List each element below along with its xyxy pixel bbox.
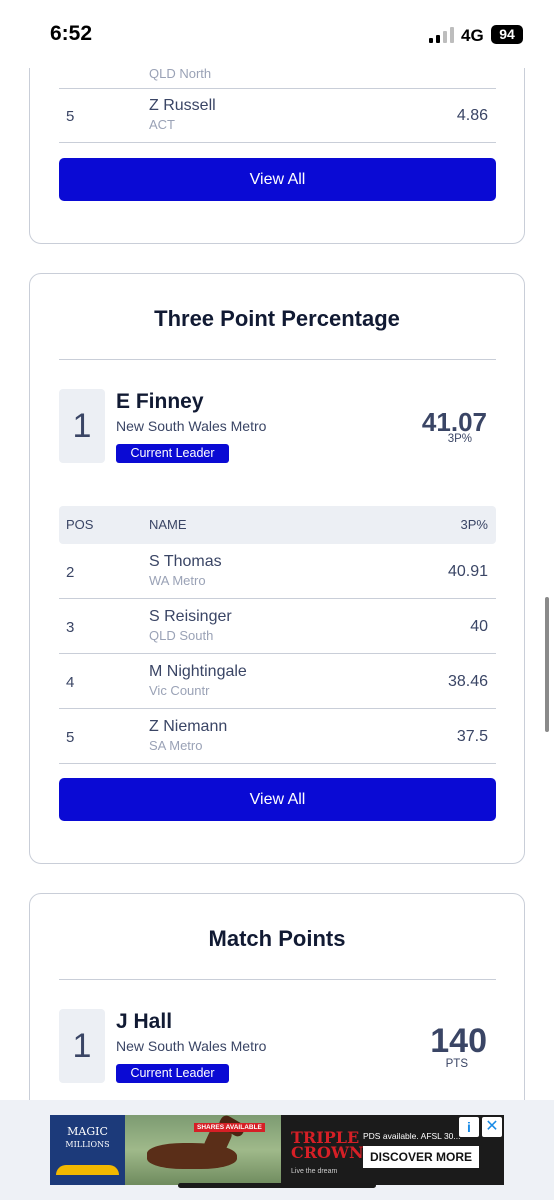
leader-stat-unit: PTS: [445, 1058, 468, 1070]
stat-value: 37.5: [456, 728, 488, 745]
divider: [59, 359, 496, 360]
home-indicator[interactable]: [178, 1183, 376, 1188]
stat-value: 40.91: [447, 563, 488, 580]
ad-brand-line2: MILLIONS: [65, 1140, 110, 1149]
stat-value: 4.86: [456, 107, 488, 124]
magic-millions-logo: MAGIC MILLIONS: [50, 1115, 125, 1185]
player-team: SA Metro: [149, 738, 203, 753]
column-header-pos: POS: [66, 517, 94, 532]
status-time: 6:52: [50, 22, 93, 45]
table-row[interactable]: 2 S Thomas WA Metro 40.91: [59, 544, 496, 599]
battery-icon: 94: [491, 25, 523, 44]
stat-value: 40: [470, 618, 488, 635]
leader-team: New South Wales Metro: [116, 1038, 267, 1054]
network-type: 4G: [461, 26, 484, 45]
row-position: 2: [66, 564, 75, 581]
player-team: WA Metro: [149, 573, 206, 588]
player-team: ACT: [149, 117, 175, 132]
row-position: 4: [66, 674, 75, 691]
leader-name[interactable]: E Finney: [116, 390, 204, 414]
player-team: QLD South: [149, 628, 214, 643]
triple-crown-logo: TRIPLE CROWN Live the dream: [281, 1115, 364, 1185]
column-header-value: 3P%: [460, 517, 488, 532]
ad-tc-line2: CROWN: [291, 1143, 364, 1162]
table-row[interactable]: 5 Z Russell ACT 4.86: [59, 88, 496, 143]
leader-rank: 1: [59, 1009, 105, 1083]
shares-available-tag: SHARES AVAILABLE: [194, 1123, 265, 1132]
player-team: QLD North: [149, 66, 212, 81]
current-leader-badge: Current Leader: [116, 444, 229, 463]
stat-value: 38.46: [447, 673, 488, 690]
three-point-percentage-card: Three Point Percentage 1 E Finney New So…: [29, 273, 525, 864]
table-row[interactable]: 5 Z Niemann SA Metro 37.5: [59, 709, 496, 764]
status-bar: 6:52 4G 94: [0, 0, 554, 68]
table-header: POS NAME 3P%: [59, 506, 496, 544]
close-icon[interactable]: ✕: [482, 1117, 502, 1137]
divider: [59, 979, 496, 980]
row-position: 3: [66, 619, 75, 636]
ad-disclaimer: PDS available. AFSL 30...: [363, 1131, 461, 1141]
table-row[interactable]: 4 M Nightingale Vic Countr 38.46: [59, 654, 496, 709]
view-all-button[interactable]: View All: [59, 158, 496, 201]
leader-name[interactable]: J Hall: [116, 1010, 172, 1034]
cellular-signal-icon: [429, 27, 454, 43]
card-title: Match Points: [208, 926, 346, 951]
row-position: 5: [66, 108, 75, 125]
player-name: S Reisinger: [149, 608, 232, 625]
scrollbar[interactable]: [545, 597, 549, 732]
leader-rank: 1: [59, 389, 105, 463]
player-name: Z Niemann: [149, 718, 228, 735]
player-name: M Nightingale: [149, 663, 247, 680]
view-all-button[interactable]: View All: [59, 778, 496, 821]
column-header-name: NAME: [149, 517, 187, 532]
leader-stat-value: 140: [430, 1022, 487, 1060]
info-icon[interactable]: i: [459, 1117, 479, 1137]
advertisement[interactable]: MAGIC MILLIONS SHARES AVAILABLE TRIPLE C…: [50, 1115, 504, 1185]
row-position: 5: [66, 729, 75, 746]
table-row[interactable]: 3 S Reisinger QLD South 40: [59, 599, 496, 654]
player-team: Vic Countr: [149, 683, 210, 698]
ad-tc-sub: Live the dream: [291, 1168, 338, 1175]
leader-team: New South Wales Metro: [116, 418, 267, 434]
player-name: Z Russell: [149, 97, 216, 114]
leader-stat-unit: 3P%: [447, 433, 472, 445]
card-title: Three Point Percentage: [154, 306, 400, 331]
discover-more-button[interactable]: DISCOVER MORE: [363, 1146, 479, 1168]
current-leader-badge: Current Leader: [116, 1064, 229, 1083]
player-name: S Thomas: [149, 553, 222, 570]
ad-brand-line1: MAGIC: [67, 1125, 108, 1138]
